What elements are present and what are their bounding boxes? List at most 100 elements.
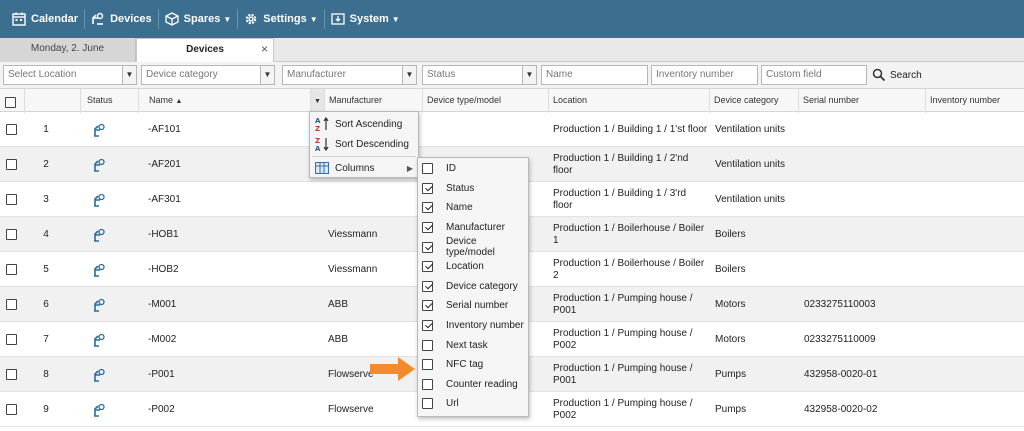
column-toggle-label: Next task — [446, 339, 488, 351]
nav-spares[interactable]: Spares ▼ — [159, 0, 238, 38]
device-name[interactable]: -AF301 — [148, 182, 181, 217]
menu-divider — [312, 156, 416, 157]
column-toggle-checkbox[interactable] — [422, 398, 433, 410]
column-toggle-checkbox[interactable] — [422, 202, 433, 214]
column-toggle-checkbox[interactable] — [422, 320, 433, 332]
device-name[interactable]: -AF101 — [148, 112, 181, 147]
row-checkbox[interactable] — [6, 334, 17, 345]
column-toggle-checkbox[interactable] — [422, 182, 433, 194]
column-toggle-item[interactable]: Next task — [418, 335, 528, 355]
row-checkbox-cell — [6, 182, 17, 217]
sort-descending-item[interactable]: ZA Sort Descending — [310, 134, 418, 154]
column-toggle-item[interactable]: Location — [418, 257, 528, 277]
row-checkbox[interactable] — [6, 299, 17, 310]
device-name[interactable]: -HOB2 — [148, 252, 179, 287]
location-filter-text: Select Location — [8, 69, 77, 80]
device-name[interactable]: -M002 — [148, 322, 176, 357]
column-toggle-checkbox[interactable] — [422, 222, 433, 234]
nav-calendar[interactable]: Calendar — [6, 0, 84, 38]
row-checkbox[interactable] — [6, 229, 17, 240]
column-toggle-checkbox[interactable] — [422, 300, 433, 312]
top-nav-bar: Calendar Devices Spares ▼ Settings ▼ Sys… — [0, 0, 1024, 38]
row-number: 8 — [43, 368, 49, 380]
device-manufacturer: ABB — [328, 333, 349, 345]
device-category: Ventilation units — [715, 158, 786, 170]
column-toggle-item[interactable]: Device category — [418, 277, 528, 297]
status-icon[interactable] — [92, 392, 106, 427]
row-checkbox[interactable] — [6, 404, 17, 415]
status-icon[interactable] — [92, 182, 106, 217]
device-name[interactable]: -P002 — [148, 392, 175, 427]
select-all-checkbox[interactable] — [5, 97, 16, 108]
column-toggle-checkbox[interactable] — [422, 378, 433, 390]
column-toggle-item[interactable]: Url — [418, 394, 528, 414]
row-checkbox[interactable] — [6, 159, 17, 170]
row-checkbox[interactable] — [6, 194, 17, 205]
status-icon[interactable] — [92, 357, 106, 392]
status-icon[interactable] — [92, 252, 106, 287]
tab-date[interactable]: Monday, 2. June — [0, 38, 136, 62]
status-icon[interactable] — [92, 217, 106, 252]
chevron-down-icon: ▼ — [522, 66, 536, 84]
column-toggle-checkbox[interactable] — [422, 241, 433, 253]
tab-devices[interactable]: Devices × — [136, 38, 274, 62]
nav-spares-label: Spares — [183, 13, 221, 25]
nav-system[interactable]: System ▼ — [325, 0, 406, 38]
column-toggle-checkbox[interactable] — [422, 359, 433, 371]
system-icon — [330, 13, 345, 25]
status-icon[interactable] — [92, 112, 106, 147]
column-toggle-item[interactable]: Device type/model — [418, 236, 528, 258]
svg-text:A: A — [315, 117, 321, 125]
table-row[interactable]: 1 -AF101 Production 1 / Building 1 / 1'st … — [0, 112, 1024, 147]
row-number: 4 — [43, 228, 49, 240]
device-serial: 0233275110003 — [804, 298, 876, 310]
column-toggle-item[interactable]: Manufacturer — [418, 218, 528, 238]
location-filter[interactable]: Select Location ▼ — [3, 65, 137, 85]
column-toggle-checkbox[interactable] — [422, 261, 433, 273]
row-checkbox[interactable] — [6, 264, 17, 275]
type-column-header[interactable]: Device type/model — [422, 89, 548, 113]
device-name[interactable]: -P001 — [148, 357, 175, 392]
category-filter[interactable]: Device category ▼ — [141, 65, 275, 85]
column-toggle-checkbox[interactable] — [422, 339, 433, 351]
columns-menu-item[interactable]: Columns ▶ — [310, 158, 418, 178]
manufacturer-filter[interactable]: Manufacturer ▼ — [282, 65, 417, 85]
svg-text:Z: Z — [315, 125, 320, 132]
nav-devices[interactable]: Devices — [85, 0, 158, 38]
row-checkbox[interactable] — [6, 369, 17, 380]
status-icon[interactable] — [92, 287, 106, 322]
name-column-header[interactable]: Name ▲ — [138, 89, 310, 113]
row-number: 6 — [43, 298, 49, 310]
column-toggle-item[interactable]: NFC tag — [418, 355, 528, 375]
custom-field-input[interactable]: Custom field — [761, 65, 867, 85]
search-button[interactable]: Search — [872, 65, 922, 85]
sort-ascending-item[interactable]: AZ Sort Ascending — [310, 114, 418, 134]
close-icon[interactable]: × — [261, 38, 268, 60]
column-toggle-item[interactable]: ID — [418, 159, 528, 179]
device-name[interactable]: -M001 — [148, 287, 176, 322]
inventory-column-header[interactable]: Inventory number — [925, 89, 1024, 113]
column-toggle-item[interactable]: Inventory number — [418, 316, 528, 336]
name-filter-input[interactable]: Name — [541, 65, 648, 85]
status-column-header[interactable]: Status — [80, 89, 138, 113]
column-toggle-item[interactable]: Counter reading — [418, 375, 528, 395]
row-checkbox[interactable] — [6, 124, 17, 135]
device-name[interactable]: -HOB1 — [148, 217, 179, 252]
search-icon — [872, 68, 886, 82]
device-name[interactable]: -AF201 — [148, 147, 181, 182]
nav-settings[interactable]: Settings ▼ — [238, 0, 323, 38]
column-toggle-checkbox[interactable] — [422, 163, 433, 175]
status-icon[interactable] — [92, 147, 106, 182]
column-toggle-item[interactable]: Serial number — [418, 296, 528, 316]
column-toggle-checkbox[interactable] — [422, 280, 433, 292]
serial-column-header[interactable]: Serial number — [798, 89, 925, 113]
column-toggle-item[interactable]: Name — [418, 198, 528, 218]
location-column-header[interactable]: Location — [548, 89, 709, 113]
status-icon[interactable] — [92, 322, 106, 357]
category-column-header[interactable]: Device category — [709, 89, 798, 113]
inventory-filter-input[interactable]: Inventory number — [651, 65, 758, 85]
status-filter[interactable]: Status ▼ — [422, 65, 537, 85]
column-toggle-item[interactable]: Status — [418, 179, 528, 199]
manufacturer-column-header[interactable]: Manufacturer — [324, 89, 422, 113]
column-menu-trigger[interactable]: ▼ — [310, 89, 324, 113]
